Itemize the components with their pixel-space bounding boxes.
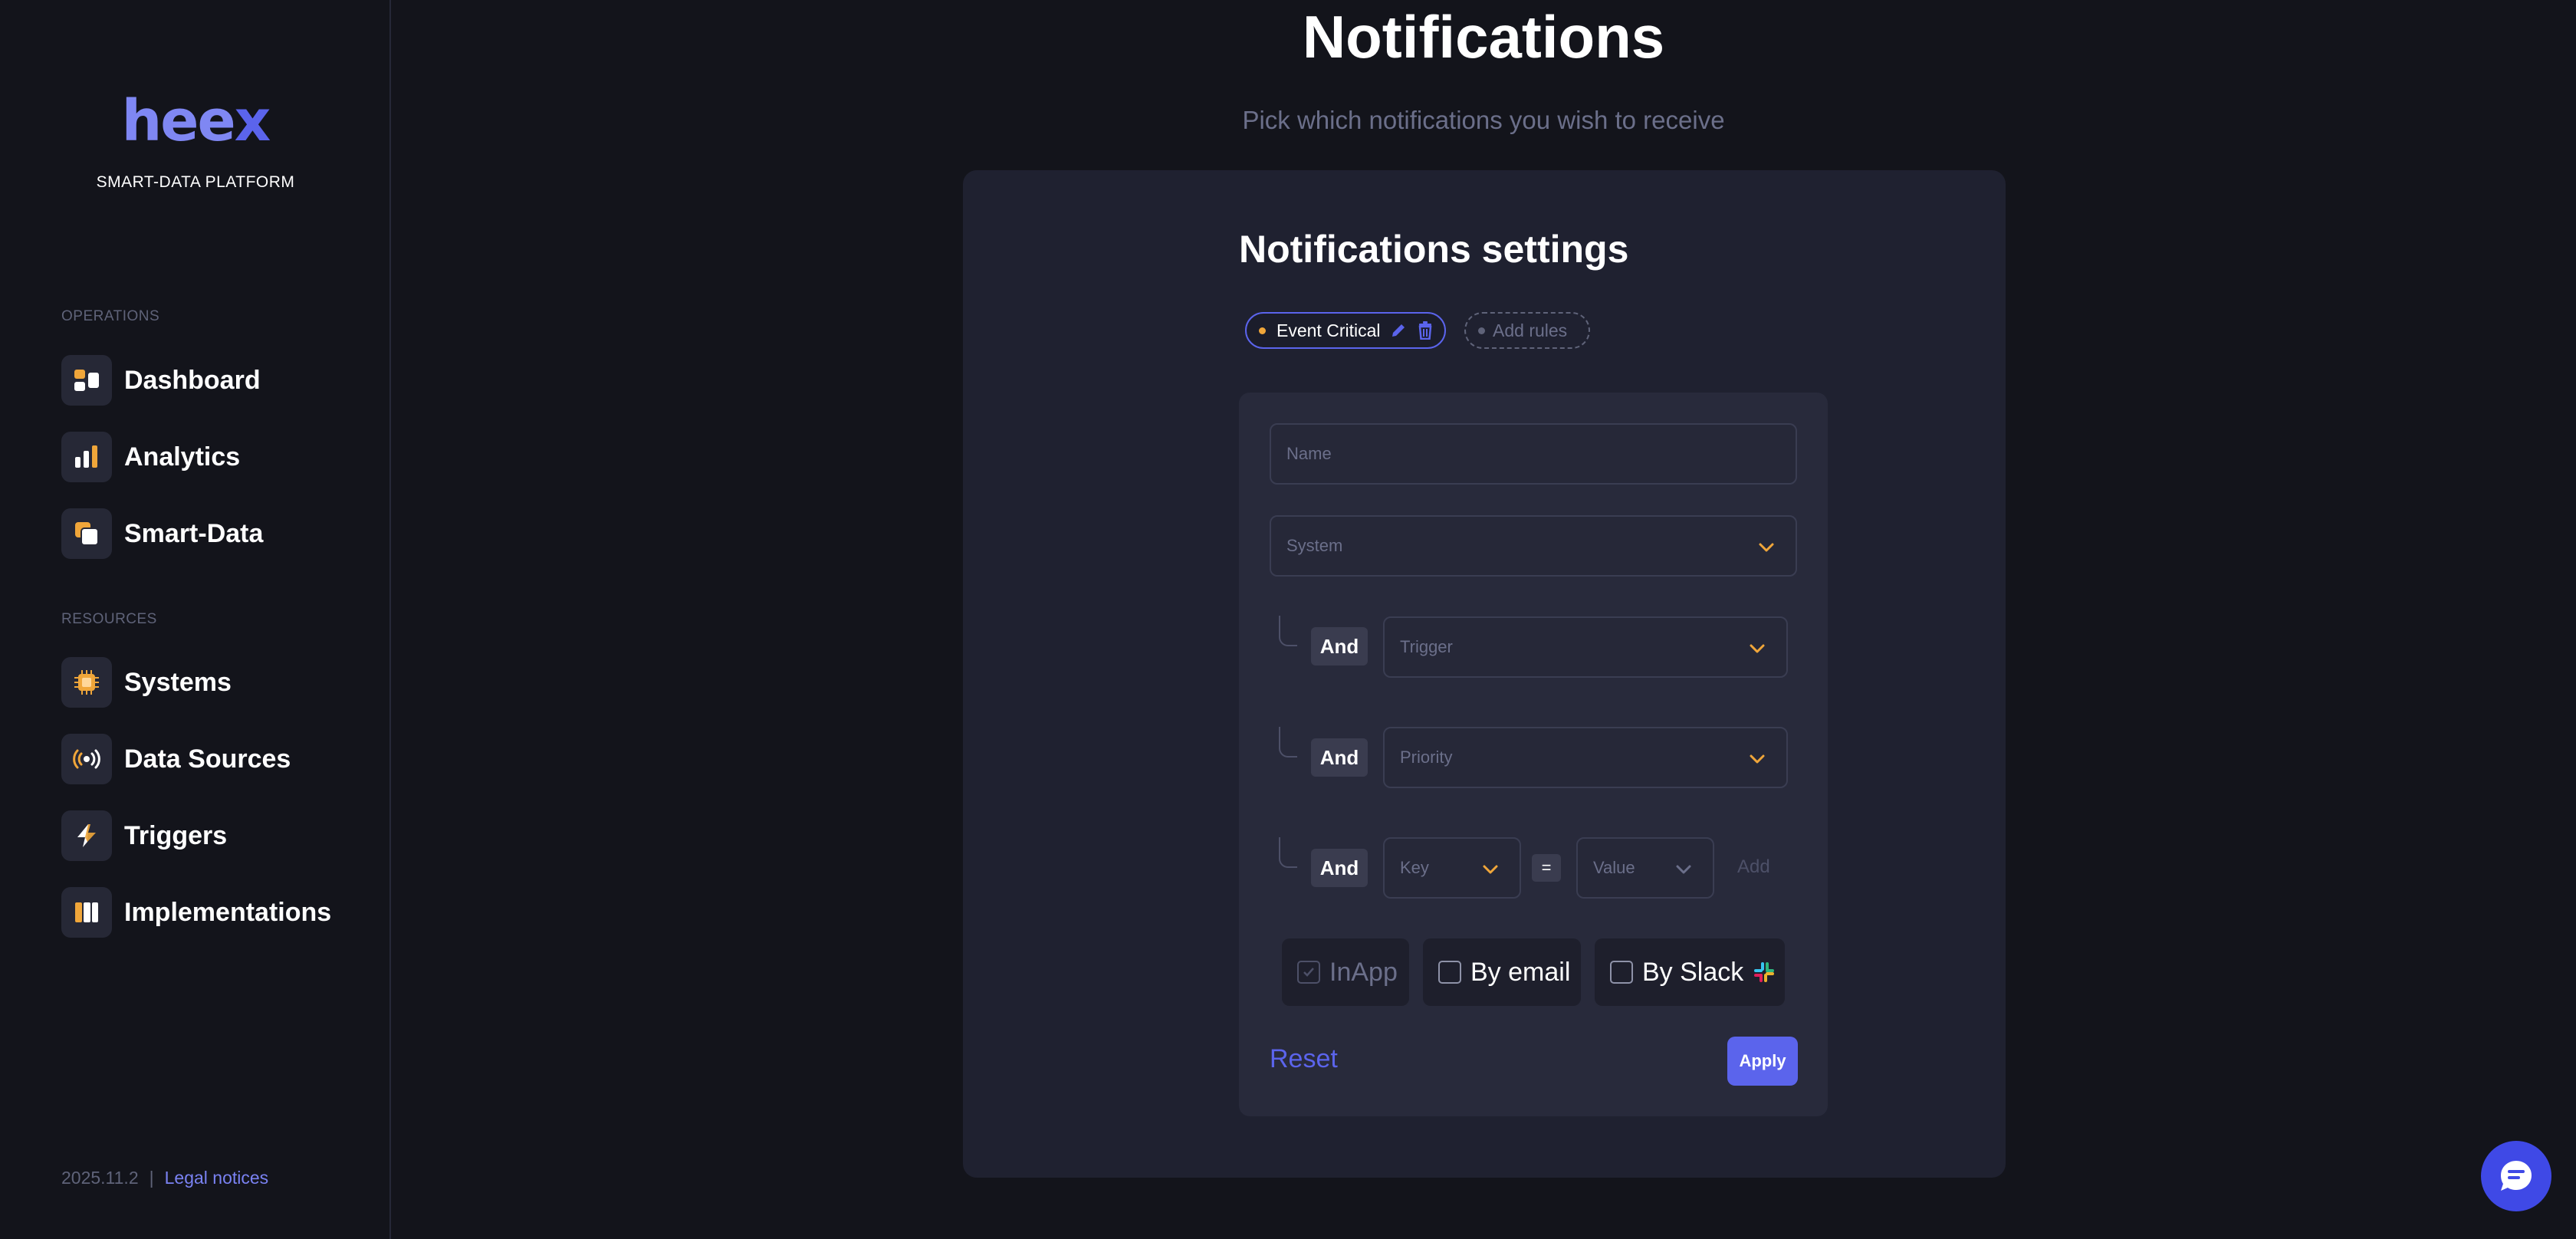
pencil-icon	[1392, 324, 1405, 337]
sidebar-item-label: Data Sources	[124, 744, 291, 774]
page-title: Notifications	[1302, 3, 1665, 71]
sidebar: heex SMART-DATA PLATFORM OPERATIONS Dash…	[0, 0, 391, 1239]
sidebar-item-systems[interactable]: Systems	[61, 657, 232, 708]
resources-section-label: RESOURCES	[61, 611, 157, 627]
checkbox-icon	[1438, 961, 1461, 984]
chat-icon	[2501, 1161, 2532, 1191]
by-slack-checkbox[interactable]: By Slack	[1595, 938, 1785, 1006]
sidebar-item-label: Implementations	[124, 897, 332, 927]
by-email-checkbox[interactable]: By email	[1423, 938, 1581, 1006]
add-rules-label: Add rules	[1493, 320, 1568, 340]
version-label: 2025.11.2	[61, 1168, 139, 1188]
key-select[interactable]: Key	[1383, 837, 1521, 899]
add-rules-button[interactable]: Add rules	[1464, 312, 1590, 349]
lightning-icon	[61, 810, 112, 861]
sidebar-item-label: Dashboard	[124, 365, 261, 395]
brand: heex SMART-DATA PLATFORM	[0, 90, 391, 192]
sidebar-item-label: Analytics	[124, 442, 241, 472]
value-placeholder: Value	[1593, 858, 1635, 877]
by-slack-label: By Slack	[1642, 957, 1744, 987]
trigger-select[interactable]: Trigger	[1383, 616, 1788, 678]
columns-icon	[61, 887, 112, 938]
delete-rule-button[interactable]	[1417, 321, 1434, 340]
system-placeholder: System	[1286, 536, 1343, 555]
rule-connector	[1279, 616, 1297, 646]
and-operator-badge: And	[1311, 627, 1368, 666]
add-condition-button[interactable]: Add	[1737, 856, 1770, 878]
trigger-placeholder: Trigger	[1400, 637, 1453, 656]
checkbox-icon	[1610, 961, 1633, 984]
sidebar-item-label: Smart-Data	[124, 518, 264, 548]
priority-placeholder: Priority	[1400, 748, 1453, 767]
chevron-down-icon	[1750, 754, 1765, 764]
status-dot	[1259, 327, 1266, 334]
smart-data-icon	[61, 508, 112, 559]
chevron-down-icon	[1750, 644, 1765, 653]
analytics-icon	[61, 432, 112, 482]
inapp-label: InApp	[1329, 957, 1398, 987]
sidebar-item-data-sources[interactable]: Data Sources	[61, 734, 291, 784]
name-input[interactable]: Name	[1270, 423, 1797, 485]
and-operator-badge: And	[1311, 849, 1368, 887]
status-dot	[1478, 327, 1485, 334]
settings-title: Notifications settings	[1239, 228, 1629, 271]
operations-section-label: OPERATIONS	[61, 308, 160, 324]
inapp-checkbox[interactable]: InApp	[1282, 938, 1409, 1006]
chip-icon	[61, 657, 112, 708]
dashboard-icon	[61, 355, 112, 406]
priority-select[interactable]: Priority	[1383, 727, 1788, 788]
broadcast-icon	[61, 734, 112, 784]
equals-operator: =	[1532, 854, 1561, 882]
sidebar-item-implementations[interactable]: Implementations	[61, 887, 331, 938]
chat-support-button[interactable]	[2481, 1141, 2551, 1211]
heex-logo[interactable]: heex	[0, 90, 391, 152]
sidebar-item-label: Triggers	[124, 820, 228, 850]
key-placeholder: Key	[1400, 858, 1429, 877]
brand-tagline: SMART-DATA PLATFORM	[96, 173, 295, 191]
page-subtitle: Pick which notifications you wish to rec…	[1242, 106, 1725, 134]
sidebar-item-analytics[interactable]: Analytics	[61, 432, 240, 482]
rule-chip-event-critical[interactable]: Event Critical	[1245, 312, 1446, 349]
and-operator-badge: And	[1311, 738, 1368, 777]
chevron-down-icon	[1676, 865, 1691, 874]
by-email-label: By email	[1470, 957, 1571, 987]
rule-connector	[1279, 727, 1297, 758]
legal-notices-link[interactable]: Legal notices	[165, 1168, 269, 1188]
reset-button[interactable]: Reset	[1270, 1044, 1338, 1074]
chevron-down-icon	[1483, 865, 1498, 874]
footer-separator: |	[149, 1168, 154, 1188]
value-select[interactable]: Value	[1576, 837, 1714, 899]
sidebar-item-triggers[interactable]: Triggers	[61, 810, 227, 861]
rule-connector	[1279, 837, 1297, 868]
chevron-down-icon	[1759, 543, 1774, 552]
name-placeholder: Name	[1286, 444, 1332, 463]
edit-rule-button[interactable]	[1389, 321, 1408, 340]
sidebar-footer: 2025.11.2 | Legal notices	[61, 1168, 268, 1188]
trash-icon	[1419, 321, 1432, 340]
system-select[interactable]: System	[1270, 515, 1797, 577]
slack-icon	[1754, 962, 1775, 982]
sidebar-item-label: Systems	[124, 667, 232, 697]
rule-chip-label: Event Critical	[1276, 320, 1381, 340]
sidebar-item-smart-data[interactable]: Smart-Data	[61, 508, 263, 559]
checkbox-checked-icon	[1297, 961, 1320, 984]
sidebar-item-dashboard[interactable]: Dashboard	[61, 355, 261, 406]
apply-button[interactable]: Apply	[1727, 1037, 1798, 1086]
